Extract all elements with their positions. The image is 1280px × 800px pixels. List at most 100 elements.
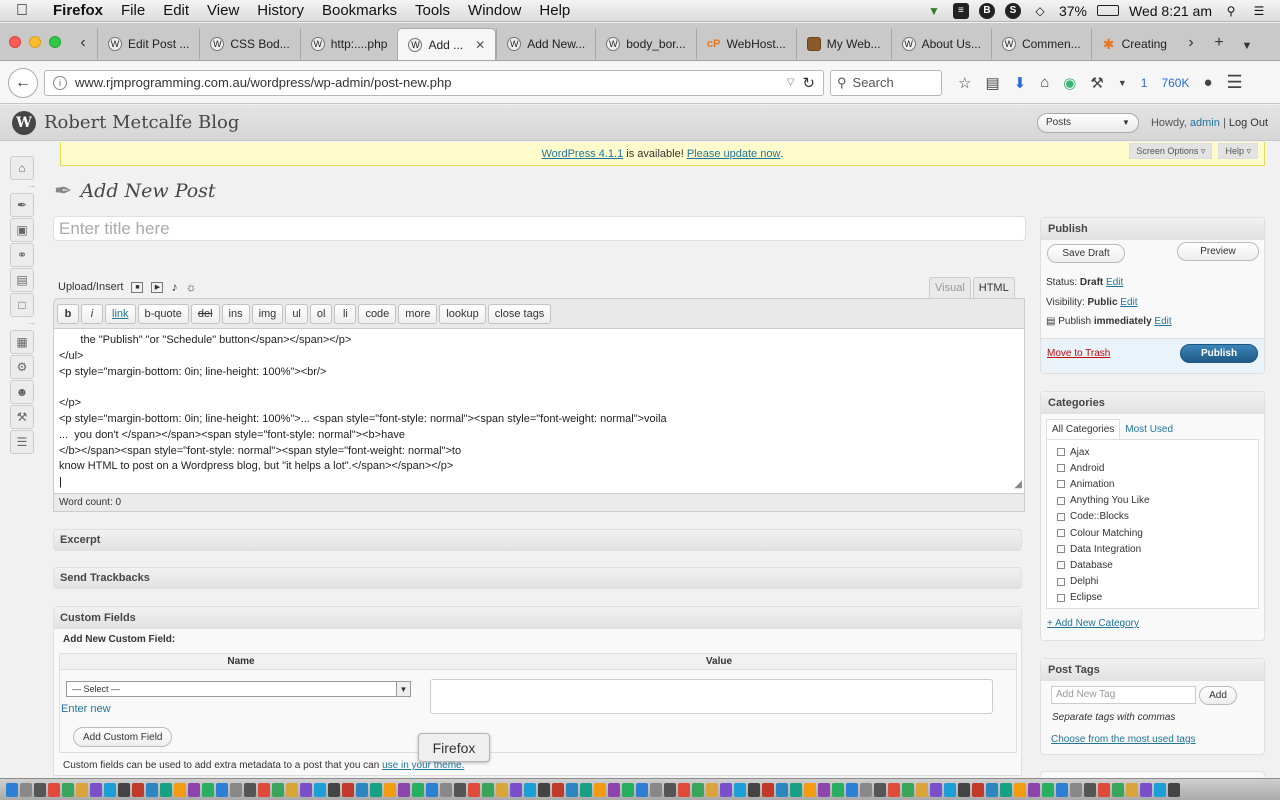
dock-app-icon[interactable] xyxy=(860,782,872,797)
list-all-tabs-chevron-icon[interactable]: ▼ xyxy=(1233,40,1261,60)
links-icon[interactable]: ⚭ xyxy=(10,243,34,267)
publish-box-header[interactable]: Publish xyxy=(1041,218,1264,240)
dock-app-icon[interactable] xyxy=(902,782,914,797)
preview-button[interactable]: Preview xyxy=(1177,242,1259,261)
chat-bubble-icon[interactable]: ● xyxy=(1203,74,1212,91)
add-new-category-link[interactable]: + Add New Category xyxy=(1047,618,1139,629)
category-checkbox[interactable] xyxy=(1057,496,1065,505)
qt-lookup-button[interactable]: lookup xyxy=(439,303,486,324)
publish-button[interactable]: Publish xyxy=(1180,344,1258,363)
dock-app-icon[interactable] xyxy=(706,782,718,797)
dock-app-icon[interactable] xyxy=(524,782,536,797)
dock-app-icon[interactable] xyxy=(90,782,102,797)
tab-my-web[interactable]: My Web... xyxy=(795,28,891,60)
dock-app-icon[interactable] xyxy=(1000,782,1012,797)
dock-app-icon[interactable] xyxy=(48,782,60,797)
category-item[interactable]: Android xyxy=(1047,460,1258,476)
dock-app-icon[interactable] xyxy=(216,782,228,797)
addon-size-badge[interactable]: 760K xyxy=(1161,76,1189,90)
category-item[interactable]: Colour Matching xyxy=(1047,525,1258,541)
log-out-link[interactable]: Log Out xyxy=(1229,117,1268,129)
tab-most-used[interactable]: Most Used xyxy=(1120,419,1178,439)
dock-app-icon[interactable] xyxy=(874,782,886,797)
dock-app-icon[interactable] xyxy=(146,782,158,797)
dock-app-icon[interactable] xyxy=(580,782,592,797)
dock-app-icon[interactable] xyxy=(608,782,620,797)
reading-list-icon[interactable]: ▤ xyxy=(985,74,999,92)
categories-header[interactable]: Categories xyxy=(1041,392,1264,414)
qt-bold-button[interactable]: b xyxy=(57,303,79,324)
dock-app-icon[interactable] xyxy=(972,782,984,797)
screen-options-tab[interactable]: Screen Options ▿ xyxy=(1129,143,1213,159)
user-link[interactable]: admin xyxy=(1190,117,1220,129)
category-item[interactable]: Ajax xyxy=(1047,444,1258,460)
users-icon[interactable]: ☻ xyxy=(10,380,34,404)
minimize-window-button[interactable] xyxy=(29,36,41,48)
dock-app-icon[interactable] xyxy=(720,782,732,797)
close-window-button[interactable] xyxy=(9,36,21,48)
dock-app-icon[interactable] xyxy=(776,782,788,797)
dashboard-icon[interactable]: ⌂ xyxy=(10,156,34,180)
category-item[interactable]: Code::Blocks xyxy=(1047,509,1258,525)
dock-app-icon[interactable] xyxy=(328,782,340,797)
dock-app-icon[interactable] xyxy=(1070,782,1082,797)
dock-app-icon[interactable] xyxy=(650,782,662,797)
close-tab-icon[interactable]: ✕ xyxy=(475,38,485,52)
menu-view[interactable]: View xyxy=(198,2,248,19)
category-checkbox[interactable] xyxy=(1057,480,1065,489)
dock-app-icon[interactable] xyxy=(468,782,480,797)
add-tag-button[interactable]: Add xyxy=(1199,686,1237,705)
dock-app-icon[interactable] xyxy=(986,782,998,797)
resize-grip-icon[interactable]: ◢ xyxy=(1014,477,1022,493)
downloads-arrow-icon[interactable]: ⬇ xyxy=(1014,74,1027,92)
url-bar[interactable]: i www.rjmprogramming.com.au/wordpress/wp… xyxy=(44,69,824,96)
dock-app-icon[interactable] xyxy=(286,782,298,797)
send-trackbacks-box[interactable]: Send Trackbacks xyxy=(53,567,1022,589)
site-title[interactable]: Robert Metcalfe Blog xyxy=(44,112,239,133)
dock-app-icon[interactable] xyxy=(538,782,550,797)
category-item[interactable]: Anything You Like xyxy=(1047,493,1258,509)
dock-app-icon[interactable] xyxy=(692,782,704,797)
custom-field-key-select[interactable]: — Select — ▼ xyxy=(66,681,411,697)
dock-app-icon[interactable] xyxy=(356,782,368,797)
addon-dropdown-icon[interactable]: ▼ xyxy=(1118,78,1127,88)
url-history-dropdown-icon[interactable]: ▽ xyxy=(787,77,795,88)
url-text[interactable]: www.rjmprogramming.com.au/wordpress/wp-a… xyxy=(75,75,779,90)
menu-app-firefox[interactable]: Firefox xyxy=(44,2,112,19)
dock-app-icon[interactable] xyxy=(510,782,522,797)
dock-app-icon[interactable] xyxy=(62,782,74,797)
dock-app-icon[interactable] xyxy=(202,782,214,797)
edit-timestamp-link[interactable]: Edit xyxy=(1154,316,1171,327)
category-checkbox[interactable] xyxy=(1057,593,1065,602)
menu-file[interactable]: File xyxy=(112,2,154,19)
post-title-input[interactable]: Enter title here xyxy=(53,216,1026,241)
dock-app-icon[interactable] xyxy=(398,782,410,797)
tab-body-border[interactable]: Wbody_bor... xyxy=(595,28,695,60)
dock-app-icon[interactable] xyxy=(244,782,256,797)
category-checkbox[interactable] xyxy=(1057,448,1065,457)
category-checkbox[interactable] xyxy=(1057,464,1065,473)
category-item[interactable]: Data Integration xyxy=(1047,541,1258,557)
dock-app-icon[interactable] xyxy=(370,782,382,797)
dock-app-icon[interactable] xyxy=(1126,782,1138,797)
add-image-icon[interactable]: ■ xyxy=(131,281,144,293)
add-custom-field-button[interactable]: Add Custom Field xyxy=(73,727,173,747)
qt-img-button[interactable]: img xyxy=(251,303,284,324)
home-icon[interactable]: ⌂ xyxy=(1040,74,1049,91)
dock-app-icon[interactable] xyxy=(1028,782,1040,797)
tab-http-php[interactable]: Whttp:....php xyxy=(299,28,398,60)
tab-about-us[interactable]: W About Us... xyxy=(890,28,991,60)
tools-icon[interactable]: ⚒ xyxy=(10,405,34,429)
dock-app-icon[interactable] xyxy=(160,782,172,797)
reload-icon[interactable]: ↻ xyxy=(802,74,815,92)
dock-app-icon[interactable] xyxy=(482,782,494,797)
posts-pin-icon[interactable]: ✒ xyxy=(10,193,34,217)
addon-count-badge[interactable]: 1 xyxy=(1141,76,1148,90)
tab-add-new[interactable]: W Add New... xyxy=(496,28,595,60)
menu-tools[interactable]: Tools xyxy=(406,2,459,19)
favorite-actions-select[interactable]: Posts ▼ xyxy=(1036,112,1139,133)
comments-icon[interactable]: □ xyxy=(10,293,34,317)
save-draft-button[interactable]: Save Draft xyxy=(1047,244,1125,263)
dock-app-icon[interactable] xyxy=(34,782,46,797)
hamburger-menu-icon[interactable]: ☰ xyxy=(1227,72,1243,93)
